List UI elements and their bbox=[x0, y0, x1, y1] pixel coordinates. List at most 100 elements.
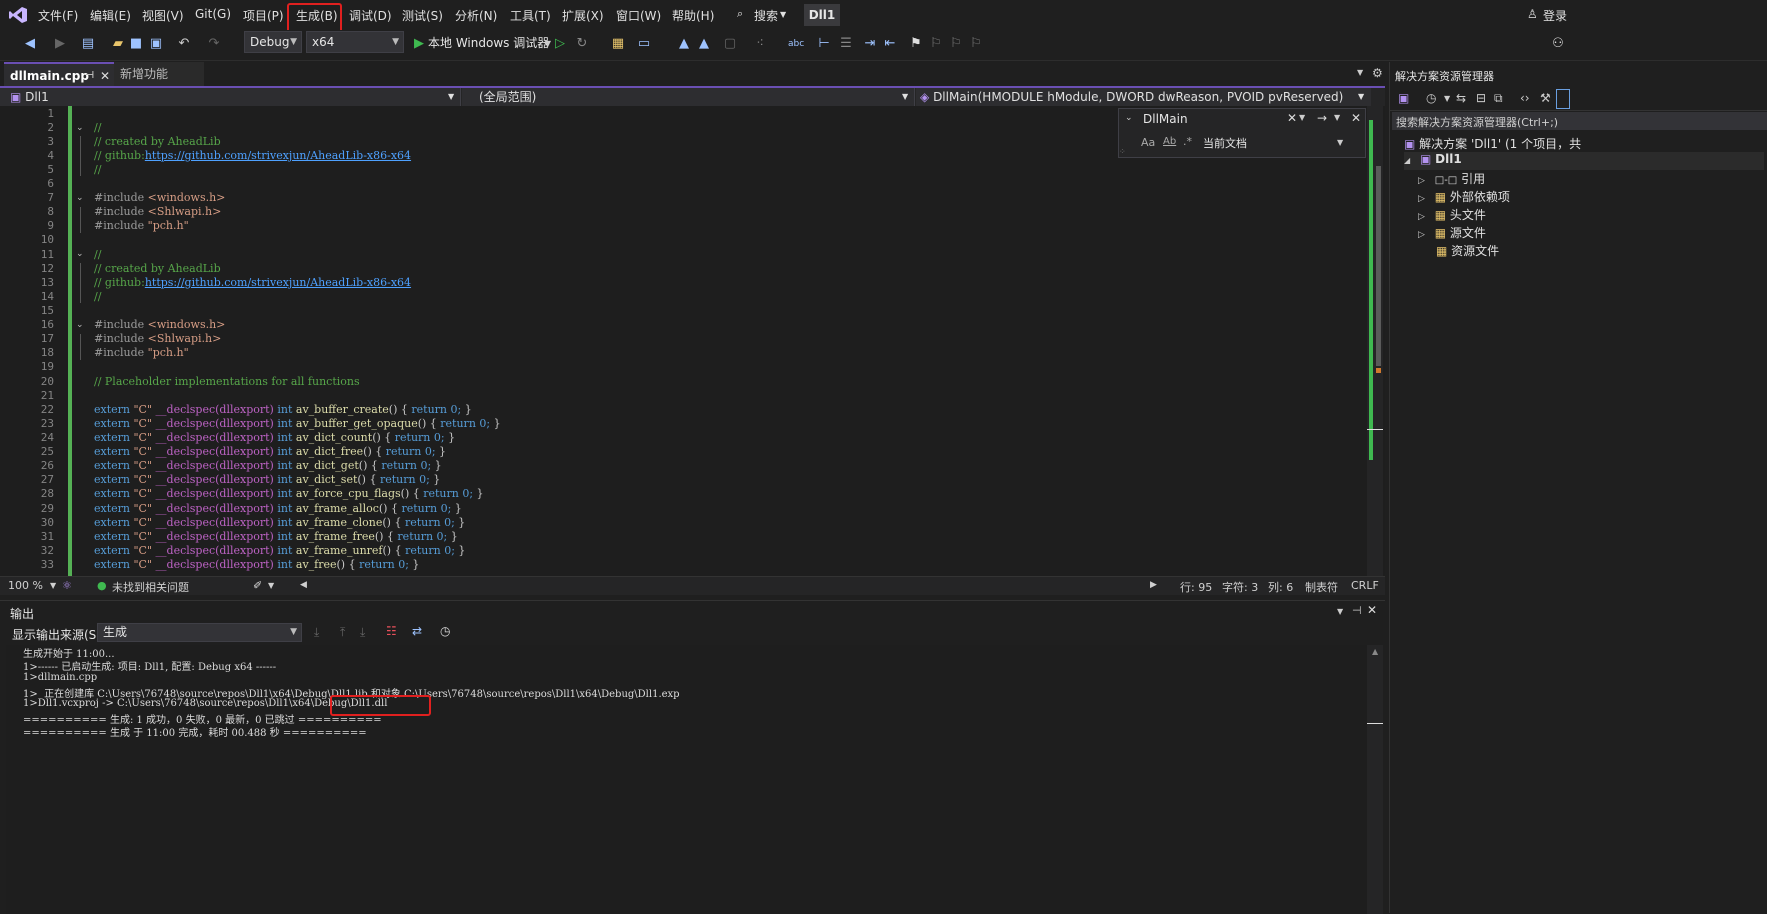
code-cleanup-icon[interactable]: ✐ bbox=[253, 579, 262, 592]
tree-item-external-deps[interactable]: ▷ ▦ 外部依赖项 bbox=[1418, 188, 1510, 205]
close-icon[interactable]: ✕ bbox=[100, 64, 110, 88]
tab-whats-new[interactable]: 新增功能 bbox=[114, 62, 204, 86]
tree-item-project[interactable]: ◢ ▣ Dll1 bbox=[1404, 152, 1764, 170]
chevron-down-icon[interactable]: ▼ bbox=[1337, 138, 1343, 147]
clear-search-icon[interactable]: ✕ bbox=[1287, 111, 1297, 125]
save-icon[interactable]: ■ bbox=[128, 36, 144, 52]
fold-toggle-icon[interactable]: ⌄ bbox=[76, 123, 84, 133]
tree-item-references[interactable]: ▷ □-□ 引用 bbox=[1418, 170, 1485, 187]
account-icon[interactable]: ♙ bbox=[1527, 7, 1538, 21]
save-all-icon[interactable]: ▣ bbox=[148, 36, 164, 52]
menu-debug[interactable]: 调试(D) bbox=[349, 7, 392, 24]
chevron-down-icon[interactable]: ▼ bbox=[1444, 94, 1450, 103]
history-icon[interactable]: ◷ bbox=[1426, 91, 1436, 105]
rebuild-icon[interactable]: ▲ bbox=[696, 36, 712, 52]
wrench-icon[interactable]: ⚒ bbox=[1540, 91, 1551, 105]
tree-item-source-files[interactable]: ▷ ▦ 源文件 bbox=[1418, 224, 1486, 241]
open-folder-icon[interactable]: ▰ bbox=[110, 36, 126, 52]
pin-icon[interactable]: ⊣ bbox=[85, 64, 94, 88]
prev-message-icon[interactable]: ⤒ bbox=[340, 625, 345, 640]
start-debug-icon[interactable]: ▶ bbox=[411, 36, 427, 52]
fold-toggle-icon[interactable]: ⌄ bbox=[76, 320, 84, 330]
platform-select[interactable]: x64 ▼ bbox=[306, 31, 404, 53]
tools-icon[interactable]: ⁖ bbox=[752, 36, 768, 52]
output-source-select[interactable]: 生成 ▼ bbox=[97, 623, 302, 642]
switch-views-icon[interactable]: ▣ bbox=[1398, 91, 1409, 105]
issues-status[interactable]: 未找到相关问题 bbox=[112, 579, 189, 595]
editor-scrollbar[interactable] bbox=[1367, 106, 1383, 576]
search-scope[interactable]: 当前文档 bbox=[1203, 135, 1247, 151]
find-input[interactable]: DllMain bbox=[1143, 112, 1188, 126]
fold-toggle-icon[interactable]: ⌄ bbox=[76, 193, 84, 203]
scroll-thumb[interactable] bbox=[1376, 166, 1381, 366]
menu-window[interactable]: 窗口(W) bbox=[616, 7, 661, 24]
clock-icon[interactable]: ◷ bbox=[440, 624, 450, 638]
copilot-icon[interactable]: ⚛ bbox=[62, 579, 72, 592]
tree-item-solution[interactable]: ▣ 解决方案 'Dll1' (1 个项目，共 bbox=[1404, 135, 1581, 152]
scope-dropdown[interactable]: (全局范围) ▼ bbox=[462, 88, 915, 106]
indent-icon[interactable]: ⇥ bbox=[862, 36, 878, 52]
project-dropdown[interactable]: ▣ Dll1 ▼ bbox=[0, 88, 461, 106]
clear-all-icon[interactable]: ☷ bbox=[386, 624, 397, 638]
build-icon[interactable]: ▲ bbox=[676, 36, 692, 52]
collapsed-chevron-icon[interactable]: ▷ bbox=[1418, 176, 1425, 186]
login-link[interactable]: 登录 bbox=[1543, 7, 1567, 24]
output-text[interactable]: 生成开始于 11:00... 1>------ 已启动生成: 项目: Dll1,… bbox=[6, 645, 1383, 914]
chevron-down-icon[interactable]: ▼ bbox=[1337, 607, 1343, 616]
collapse-all-icon[interactable]: ⊟ bbox=[1476, 91, 1486, 105]
menu-edit[interactable]: 编辑(E) bbox=[90, 7, 131, 24]
menu-tools[interactable]: 工具(T) bbox=[510, 7, 551, 24]
chevron-down-icon[interactable]: ▼ bbox=[50, 581, 56, 590]
spell-check-icon[interactable]: abc bbox=[788, 36, 804, 52]
regex-toggle-icon[interactable]: .* bbox=[1183, 135, 1192, 148]
bookmark-toggle-icon[interactable]: ⊢ bbox=[816, 36, 832, 52]
github-link[interactable]: https://github.com/strivexjun/AheadLib-x… bbox=[145, 276, 411, 289]
line-indicator[interactable]: 行: 95 bbox=[1180, 579, 1212, 595]
line-ending[interactable]: CRLF bbox=[1351, 579, 1379, 592]
expand-replace-icon[interactable]: ⌄ bbox=[1125, 113, 1133, 123]
sync-icon[interactable]: ⇆ bbox=[1456, 91, 1466, 105]
menu-help[interactable]: 帮助(H) bbox=[672, 7, 714, 24]
menu-extensions[interactable]: 扩展(X) bbox=[562, 7, 604, 24]
new-project-icon[interactable]: ▤ bbox=[80, 36, 96, 52]
next-bookmark-icon[interactable]: ⚐ bbox=[948, 36, 964, 52]
search-icon[interactable]: ⌕ bbox=[737, 7, 743, 21]
match-case-toggle[interactable]: Aa bbox=[1141, 136, 1155, 149]
redo-icon[interactable]: ↷ bbox=[206, 36, 222, 52]
word-wrap-icon[interactable]: ⇄ bbox=[412, 624, 422, 638]
menu-analyze[interactable]: 分析(N) bbox=[455, 7, 497, 24]
undo-icon[interactable]: ↶ bbox=[176, 36, 192, 52]
scroll-left-icon[interactable]: ◀ bbox=[300, 580, 307, 590]
clear-bookmarks-icon[interactable]: ⚐ bbox=[968, 36, 984, 52]
indent-mode[interactable]: 制表符 bbox=[1305, 579, 1338, 595]
code-editor[interactable]: 1 2 3 4 5 6 7 8 9 10 11 12 13 14 15 16 1… bbox=[0, 106, 1385, 576]
output-scrollbar[interactable]: ▲ bbox=[1367, 645, 1383, 914]
collapsed-chevron-icon[interactable]: ▷ bbox=[1418, 230, 1425, 240]
clean-icon[interactable]: ▢ bbox=[722, 36, 738, 52]
fold-toggle-icon[interactable]: ⌄ bbox=[76, 249, 84, 259]
start-without-debug-icon[interactable]: ▷ bbox=[552, 36, 568, 52]
menu-file[interactable]: 文件(F) bbox=[38, 7, 78, 24]
resize-grip-icon[interactable]: ⁘ bbox=[1119, 147, 1126, 156]
solution-search-input[interactable]: 搜索解决方案资源管理器(Ctrl+;) bbox=[1392, 112, 1767, 130]
github-link[interactable]: https://github.com/strivexjun/AheadLib-x… bbox=[145, 149, 411, 162]
collapsed-chevron-icon[interactable]: ▷ bbox=[1418, 212, 1425, 222]
forward-icon[interactable]: ▶ bbox=[52, 36, 68, 52]
close-icon[interactable]: ✕ bbox=[1351, 111, 1361, 125]
config-select[interactable]: Debug ▼ bbox=[244, 31, 302, 53]
search-menu[interactable]: 搜索 bbox=[754, 7, 778, 24]
next-message-icon[interactable]: ⤓ bbox=[360, 625, 365, 640]
menu-view[interactable]: 视图(V) bbox=[142, 7, 184, 24]
outdent-icon[interactable]: ⇤ bbox=[882, 36, 898, 52]
menu-test[interactable]: 测试(S) bbox=[402, 7, 443, 24]
find-message-icon[interactable]: ⤓ bbox=[314, 625, 319, 640]
code-view-icon[interactable]: ‹› bbox=[1520, 91, 1530, 105]
tab-list-dropdown-icon[interactable]: ▼ bbox=[1357, 68, 1363, 77]
pin-icon[interactable]: ⊣ bbox=[1352, 604, 1362, 617]
prev-bookmark-icon[interactable]: ⚐ bbox=[928, 36, 944, 52]
scroll-right-icon[interactable]: ▶ bbox=[1150, 580, 1157, 590]
char-indicator[interactable]: 字符: 3 bbox=[1222, 579, 1258, 595]
whole-word-toggle[interactable]: Ab bbox=[1163, 136, 1176, 147]
comment-icon[interactable]: ☰ bbox=[838, 36, 854, 52]
start-debug-button[interactable]: 本地 Windows 调试器 bbox=[428, 34, 549, 51]
